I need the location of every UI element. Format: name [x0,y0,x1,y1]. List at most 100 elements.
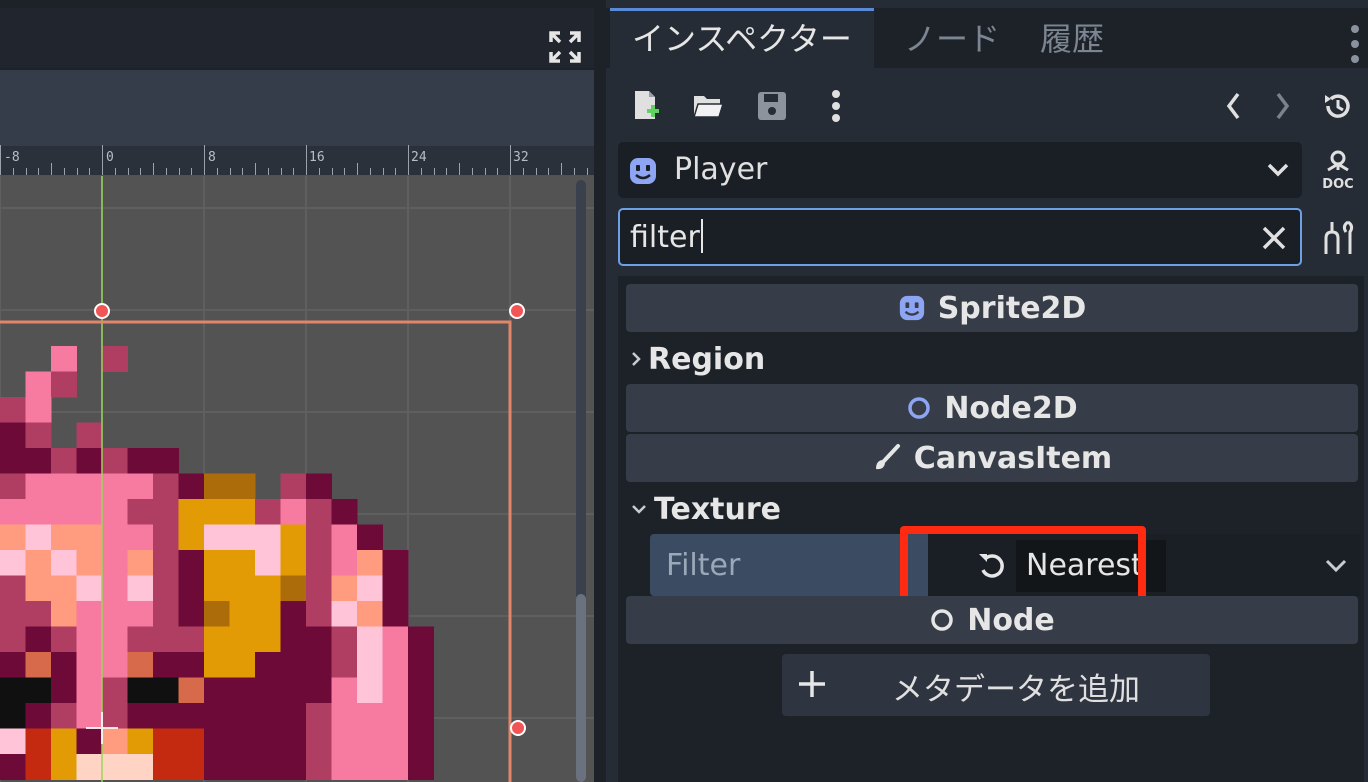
sprite-pixel [51,371,77,398]
object-history-icon[interactable] [1318,86,1358,126]
sprite-pixel [178,499,205,525]
resize-handle [510,720,526,736]
sprite-pixel [255,754,281,780]
sprite-pixel [255,601,281,627]
sprite2d-icon [630,158,656,184]
chevron-right-icon [632,352,641,366]
sprite-pixel [204,728,230,755]
sprite-pixel [153,550,179,576]
tab-menu-icon[interactable] [1350,24,1360,64]
ruler-tick [204,145,205,175]
viewport-toolbar [0,70,594,146]
sprite-pixel [153,601,179,627]
ruler-tick [229,168,231,175]
save-icon[interactable] [752,86,792,126]
ruler-tick [25,168,27,175]
sprite-pixel [331,575,358,602]
sprite-pixel [153,677,179,704]
ruler-tick [586,168,588,175]
add-metadata-button[interactable]: メタデータを追加 [782,654,1210,716]
sprite-pixel [255,524,281,551]
red-highlight-box [900,526,1146,606]
sprite-pixel [408,626,434,653]
canvas-2d[interactable] [0,176,594,782]
sprite-pixel [0,448,26,474]
sprite-pixel [331,601,358,627]
ruler-label: -8 [4,150,20,165]
sprite-pixel [255,703,281,729]
chevron-down-icon[interactable] [1322,552,1350,580]
ruler-tick [127,168,129,175]
sprite-pixel [153,575,179,602]
clear-icon[interactable] [1260,224,1288,252]
sprite-pixel [25,371,52,398]
sprite-pixel [102,473,128,500]
ruler-label: 32 [513,150,529,165]
object-selector[interactable]: Player [618,142,1302,198]
sprite-pixel [0,473,26,500]
tab-history[interactable]: 履歴 [1018,8,1126,68]
sprite-pixel [255,677,281,704]
fullscreen-icon[interactable] [548,30,582,64]
scrollbar-thumb[interactable] [576,594,586,782]
vertical-scrollbar[interactable] [576,180,586,782]
more-vertical-icon[interactable] [816,86,856,126]
sprite-pixel [25,652,52,678]
property-label: Filter [666,548,741,583]
ruler-tick [382,168,384,175]
sprite-pixel [0,524,26,551]
doc-icon[interactable]: DOC [1318,148,1358,192]
sprite-pixel [102,550,128,576]
property-filter-input[interactable]: filter [618,208,1302,266]
sprite-pixel [51,652,77,678]
ruler-tick [573,168,575,175]
sprite-pixel [0,728,26,755]
tools-icon[interactable] [1322,218,1358,258]
sprite-pixel [357,728,383,755]
sprite-pixel [102,575,128,602]
sprite-pixel [331,703,358,729]
resize-handle [94,303,110,319]
new-resource-icon[interactable] [626,86,666,126]
sprite-pixel [51,524,77,551]
sprite-pixel [0,601,26,627]
section-node2d[interactable]: Node2D [626,384,1358,432]
ruler-tick [344,168,346,175]
ruler-label: 0 [106,150,114,165]
sprite-pixel [331,677,358,704]
sprite-pixel [280,703,307,729]
ruler-tick [191,168,193,175]
sprite-pixel [102,728,128,755]
group-region[interactable]: Region [630,336,765,382]
sprite-pixel [306,499,332,525]
ruler-tick [497,168,499,175]
ruler-tick [267,168,269,175]
group-texture[interactable]: Texture [630,486,781,532]
property-label-cell: Filter [650,534,928,596]
sprite-pixel [382,677,409,704]
sprite-pixel [178,550,205,576]
ruler-tick [280,168,282,175]
sprite-pixel [357,524,383,551]
tab-inspector[interactable]: インスペクター [610,8,874,68]
ruler-tick [446,168,448,175]
sprite-pixel [229,601,256,627]
history-back-icon[interactable] [1214,86,1254,126]
sprite-pixel [280,626,307,653]
history-forward-icon[interactable] [1262,86,1302,126]
open-folder-icon[interactable] [688,86,728,126]
sprite-pixel [51,626,77,653]
sprite-pixel [51,677,77,704]
sprite-pixel [25,499,52,525]
ruler-tick [165,168,167,175]
section-node[interactable]: Node [626,596,1358,644]
sprite-pixel [178,703,205,729]
sprite-pixel [204,652,230,678]
section-sprite2d[interactable]: Sprite2D [626,284,1358,332]
tab-node[interactable]: ノード [882,8,1022,68]
section-canvasitem[interactable]: CanvasItem [626,434,1358,482]
sprite-pixel [153,703,179,729]
resize-handle [509,303,525,319]
ruler-tick [535,168,537,175]
sprite-pixel [357,550,383,576]
